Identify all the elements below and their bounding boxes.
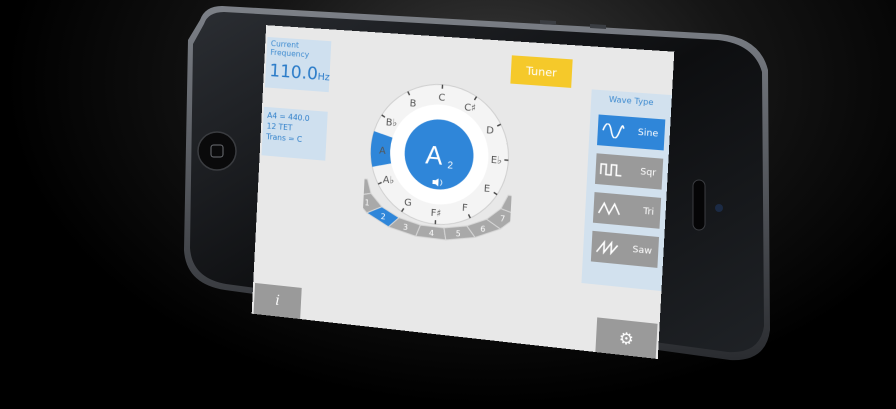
note-label[interactable]: F bbox=[462, 203, 469, 215]
note-label[interactable]: C♯ bbox=[464, 102, 476, 114]
octave-label: 7 bbox=[500, 214, 506, 224]
octave-label: 2 bbox=[381, 212, 386, 222]
front-camera bbox=[715, 204, 723, 212]
octave-label: 1 bbox=[364, 198, 369, 207]
frequency-value: 110.0 bbox=[269, 60, 318, 84]
octave-label: 4 bbox=[429, 229, 434, 239]
info-icon: i bbox=[275, 293, 280, 309]
wave-sine-button[interactable]: Sine bbox=[597, 114, 665, 150]
note-label[interactable]: G bbox=[404, 197, 412, 209]
note-label[interactable]: D bbox=[486, 125, 494, 137]
settings-button[interactable]: ⚙ bbox=[595, 317, 657, 358]
wave-sine-label: Sine bbox=[638, 128, 659, 140]
octave-label: 5 bbox=[455, 229, 461, 239]
note-dial[interactable]: 012345678 CC♯DE♭EFF♯GA♭AB♭B A 2 bbox=[361, 75, 518, 267]
current-octave: 2 bbox=[447, 160, 453, 172]
app-screen: Current Frequency 110.0 Hz A4 = 440.0 12… bbox=[252, 25, 675, 359]
wave-triangle-label: Tri bbox=[643, 207, 654, 218]
settings-panel: A4 = 440.0 12 TET Trans = C bbox=[262, 107, 328, 161]
note-label[interactable]: E bbox=[484, 183, 491, 195]
stage: Current Frequency 110.0 Hz A4 = 440.0 12… bbox=[0, 0, 896, 409]
triangle-wave-icon bbox=[597, 201, 621, 217]
note-label[interactable]: A bbox=[379, 145, 386, 157]
tuner-tab[interactable]: Tuner bbox=[510, 55, 572, 88]
gear-icon: ⚙ bbox=[618, 327, 634, 348]
note-label[interactable]: A♭ bbox=[383, 174, 395, 186]
octave-label: 6 bbox=[480, 224, 486, 234]
info-button[interactable]: i bbox=[254, 283, 302, 319]
note-label[interactable]: E♭ bbox=[490, 155, 502, 167]
wave-triangle-button[interactable]: Tri bbox=[593, 192, 661, 229]
home-button[interactable] bbox=[198, 132, 236, 170]
square-wave-icon bbox=[600, 162, 624, 178]
note-label[interactable]: F♯ bbox=[430, 208, 441, 220]
saw-wave-icon bbox=[595, 239, 619, 255]
sine-wave-icon bbox=[602, 123, 626, 139]
frequency-readout: 110.0 Hz bbox=[265, 58, 330, 87]
current-note: A bbox=[425, 141, 443, 171]
wave-square-button[interactable]: Sqr bbox=[595, 153, 663, 189]
wave-type-panel: Wave Type Sine Sqr Tri Saw bbox=[581, 89, 671, 291]
speaker-grille bbox=[693, 180, 705, 230]
octave-label: 3 bbox=[403, 223, 408, 233]
wave-saw-label: Saw bbox=[632, 245, 652, 257]
wave-saw-button[interactable]: Saw bbox=[591, 231, 659, 268]
frequency-panel: Current Frequency 110.0 Hz bbox=[265, 37, 331, 92]
note-label[interactable]: B bbox=[409, 98, 417, 110]
frequency-unit: Hz bbox=[317, 72, 330, 84]
note-label[interactable]: C bbox=[438, 92, 446, 104]
note-label[interactable]: B♭ bbox=[385, 117, 397, 129]
wave-square-label: Sqr bbox=[640, 167, 656, 179]
